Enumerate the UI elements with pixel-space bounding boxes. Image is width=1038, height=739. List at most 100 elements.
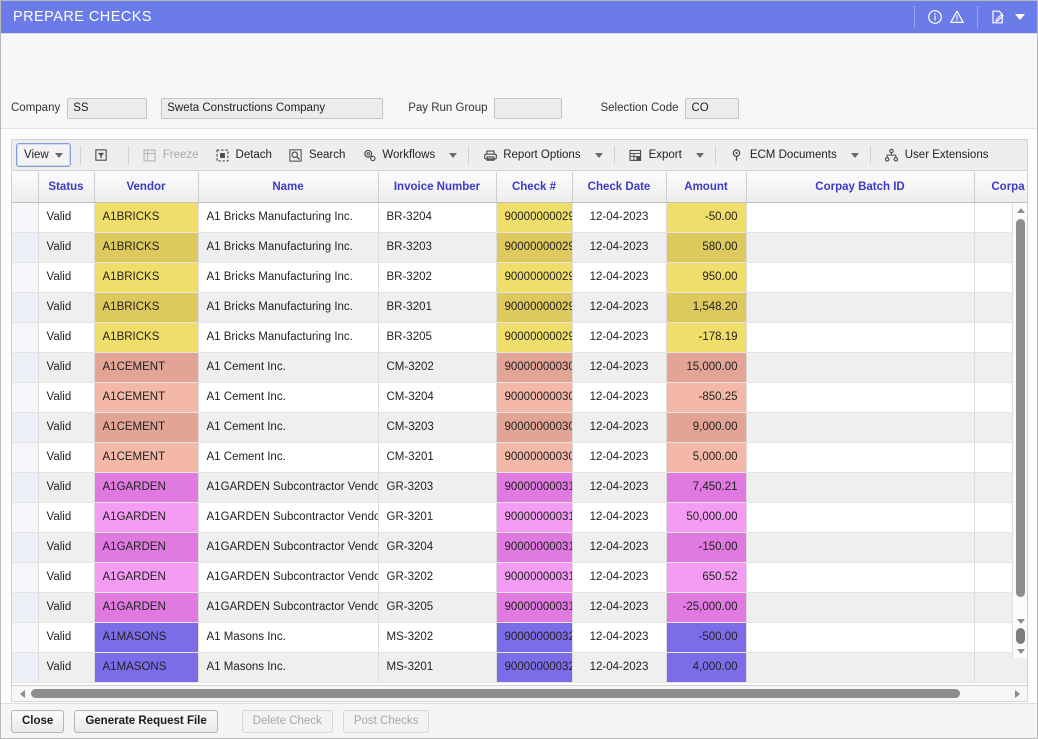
- cell-vendor[interactable]: A1BRICKS: [94, 262, 199, 293]
- table-row[interactable]: Valid A1BRICKS A1 Bricks Manufacturing Inc…: [12, 202, 1027, 233]
- scroll-right-icon[interactable]: [1010, 686, 1024, 701]
- cell-status[interactable]: Valid: [38, 622, 95, 653]
- report-options-chevron-down-icon[interactable]: [589, 143, 609, 167]
- cell-amount[interactable]: -500.00: [666, 622, 747, 653]
- column-header-batch[interactable]: Corpay Batch ID: [746, 172, 975, 203]
- cell-status[interactable]: Valid: [38, 262, 95, 293]
- company-code-field[interactable]: SS: [67, 97, 148, 119]
- cell-vendor[interactable]: A1GARDEN: [94, 502, 199, 533]
- company-name-field[interactable]: Sweta Constructions Company: [161, 97, 384, 119]
- cell-name[interactable]: A1GARDEN Subcontractor Vendor: [198, 532, 379, 563]
- table-row[interactable]: Valid A1GARDEN A1GARDEN Subcontractor Vend…: [12, 532, 1027, 563]
- cell-amount[interactable]: 15,000.00: [666, 352, 747, 383]
- selection-code-field[interactable]: CO: [685, 97, 740, 119]
- cell-batch[interactable]: [746, 352, 975, 383]
- cell-name[interactable]: A1 Cement Inc.: [198, 412, 379, 443]
- export-button[interactable]: Export: [620, 143, 690, 167]
- row-selector-cell[interactable]: [12, 472, 39, 503]
- edit-page-icon[interactable]: [987, 6, 1009, 28]
- cell-amount[interactable]: -178.19: [666, 322, 747, 353]
- table-row[interactable]: Valid A1MASONS A1 Masons Inc. MS-3201 900000…: [12, 652, 1027, 683]
- cell-date[interactable]: 12-04-2023: [572, 652, 667, 683]
- cell-vendor[interactable]: A1GARDEN: [94, 592, 199, 623]
- row-selector-cell[interactable]: [12, 442, 39, 473]
- cell-name[interactable]: A1GARDEN Subcontractor Vendor: [198, 502, 379, 533]
- report-options-button[interactable]: Report Options: [474, 143, 588, 167]
- column-header-vendor[interactable]: Vendor: [94, 172, 199, 203]
- vertical-scroll-thumb-secondary[interactable]: [1016, 628, 1025, 644]
- row-selector-cell[interactable]: [12, 532, 39, 563]
- cell-amount[interactable]: 650.52: [666, 562, 747, 593]
- column-header-name[interactable]: Name: [198, 172, 379, 203]
- column-header-amount[interactable]: Amount: [666, 172, 747, 203]
- cell-name[interactable]: A1GARDEN Subcontractor Vendor: [198, 592, 379, 623]
- cell-check[interactable]: 90000000031: [496, 592, 573, 623]
- cell-vendor[interactable]: A1GARDEN: [94, 472, 199, 503]
- cell-date[interactable]: 12-04-2023: [572, 292, 667, 323]
- cell-vendor[interactable]: A1GARDEN: [94, 532, 199, 563]
- row-selector-cell[interactable]: [12, 382, 39, 413]
- cell-status[interactable]: Valid: [38, 412, 95, 443]
- column-header-sel[interactable]: [12, 172, 39, 203]
- cell-vendor[interactable]: A1CEMENT: [94, 412, 199, 443]
- table-row[interactable]: Valid A1CEMENT A1 Cement Inc. CM-3201 900000…: [12, 442, 1027, 473]
- cell-status[interactable]: Valid: [38, 202, 95, 233]
- column-header-date[interactable]: Check Date: [572, 172, 667, 203]
- cell-batch[interactable]: [746, 622, 975, 653]
- row-selector-cell[interactable]: [12, 412, 39, 443]
- warning-icon[interactable]: [946, 6, 968, 28]
- cell-amount[interactable]: -50.00: [666, 202, 747, 233]
- cell-vendor[interactable]: A1MASONS: [94, 622, 199, 653]
- export-chevron-down-icon[interactable]: [690, 143, 710, 167]
- cell-invoice[interactable]: GR-3202: [378, 562, 497, 593]
- column-header-invoice[interactable]: Invoice Number: [378, 172, 497, 203]
- cell-date[interactable]: 12-04-2023: [572, 262, 667, 293]
- view-menu-button[interactable]: View: [16, 143, 71, 167]
- row-selector-cell[interactable]: [12, 232, 39, 263]
- row-selector-cell[interactable]: [12, 262, 39, 293]
- cell-status[interactable]: Valid: [38, 382, 95, 413]
- cell-invoice[interactable]: GR-3201: [378, 502, 497, 533]
- cell-batch[interactable]: [746, 652, 975, 683]
- column-header-corpay2[interactable]: Corpa: [974, 172, 1027, 203]
- cell-check[interactable]: 90000000031: [496, 532, 573, 563]
- vertical-scroll-thumb[interactable]: [1016, 219, 1025, 597]
- cell-vendor[interactable]: A1MASONS: [94, 652, 199, 683]
- cell-amount[interactable]: 580.00: [666, 232, 747, 263]
- cell-name[interactable]: A1GARDEN Subcontractor Vendor: [198, 472, 379, 503]
- row-selector-cell[interactable]: [12, 502, 39, 533]
- cell-check[interactable]: 90000000030: [496, 442, 573, 473]
- cell-status[interactable]: Valid: [38, 292, 95, 323]
- cell-date[interactable]: 12-04-2023: [572, 442, 667, 473]
- cell-check[interactable]: 90000000029: [496, 202, 573, 233]
- cell-check[interactable]: 90000000030: [496, 352, 573, 383]
- pay-run-group-field[interactable]: [494, 97, 563, 119]
- cell-amount[interactable]: 5,000.00: [666, 442, 747, 473]
- generate-request-file-button[interactable]: Generate Request File: [74, 709, 218, 733]
- cell-status[interactable]: Valid: [38, 442, 95, 473]
- table-row[interactable]: Valid A1GARDEN A1GARDEN Subcontractor Vend…: [12, 592, 1027, 623]
- cell-batch[interactable]: [746, 382, 975, 413]
- cell-status[interactable]: Valid: [38, 502, 95, 533]
- workflows-chevron-down-icon[interactable]: [443, 143, 463, 167]
- row-selector-cell[interactable]: [12, 652, 39, 683]
- cell-status[interactable]: Valid: [38, 562, 95, 593]
- cell-date[interactable]: 12-04-2023: [572, 592, 667, 623]
- cell-vendor[interactable]: A1BRICKS: [94, 322, 199, 353]
- cell-vendor[interactable]: A1BRICKS: [94, 202, 199, 233]
- cell-batch[interactable]: [746, 592, 975, 623]
- cell-amount[interactable]: 7,450.21: [666, 472, 747, 503]
- cell-check[interactable]: 90000000031: [496, 562, 573, 593]
- cell-batch[interactable]: [746, 202, 975, 233]
- horizontal-scroll-thumb[interactable]: [31, 689, 960, 698]
- cell-name[interactable]: A1 Masons Inc.: [198, 652, 379, 683]
- table-row[interactable]: Valid A1BRICKS A1 Bricks Manufacturing Inc…: [12, 262, 1027, 293]
- cell-invoice[interactable]: BR-3202: [378, 262, 497, 293]
- cell-status[interactable]: Valid: [38, 652, 95, 683]
- cell-name[interactable]: A1 Cement Inc.: [198, 352, 379, 383]
- scroll-left-icon[interactable]: [15, 686, 29, 701]
- cell-vendor[interactable]: A1CEMENT: [94, 382, 199, 413]
- detach-query-button[interactable]: [86, 143, 123, 167]
- cell-date[interactable]: 12-04-2023: [572, 562, 667, 593]
- table-row[interactable]: Valid A1CEMENT A1 Cement Inc. CM-3202 900000…: [12, 352, 1027, 383]
